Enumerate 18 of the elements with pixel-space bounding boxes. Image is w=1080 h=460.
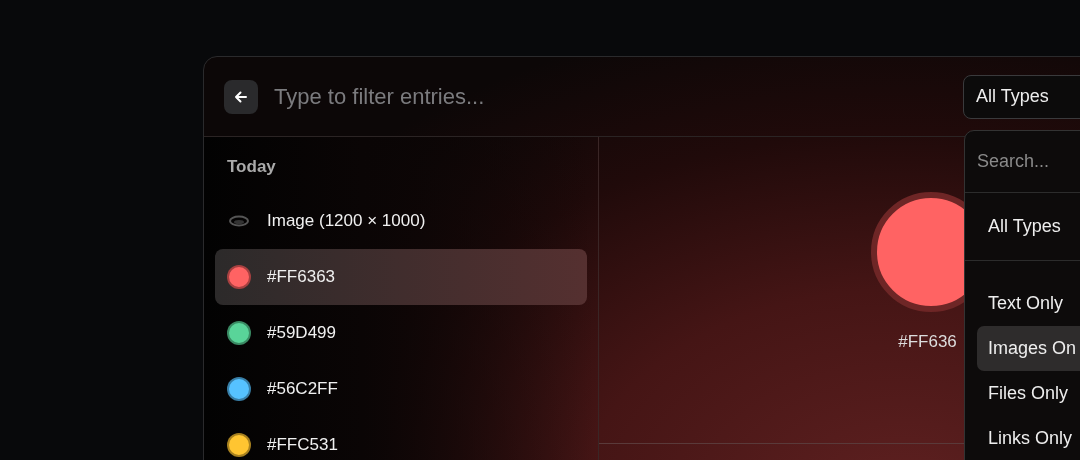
list-item[interactable]: #56C2FF — [215, 361, 587, 417]
list-item[interactable]: #59D499 — [215, 305, 587, 361]
back-button[interactable] — [224, 79, 258, 114]
type-dropdown[interactable]: All Types — [963, 74, 1080, 119]
entry-filter-field[interactable]: Type to filter entries... — [272, 82, 949, 111]
menu-option[interactable]: All Types — [977, 204, 1080, 249]
list-item[interactable]: #FF6363 — [215, 249, 587, 305]
list-item[interactable]: Image (1200 × 1000) — [215, 193, 587, 249]
menu-search-field[interactable]: Search... — [965, 131, 1080, 193]
menu-option[interactable]: Images On — [977, 326, 1080, 371]
menu-option[interactable]: Text Only — [977, 281, 1080, 326]
menu-option[interactable]: Files Only — [977, 371, 1080, 416]
menu-option[interactable]: Links Only — [977, 416, 1080, 460]
back-arrow-icon — [233, 88, 249, 105]
color-code: #FF636 — [898, 332, 957, 352]
list-item[interactable]: #FFC531 — [215, 417, 587, 460]
image-thumbnail-icon — [228, 214, 250, 228]
section-heading: Today — [226, 156, 277, 178]
